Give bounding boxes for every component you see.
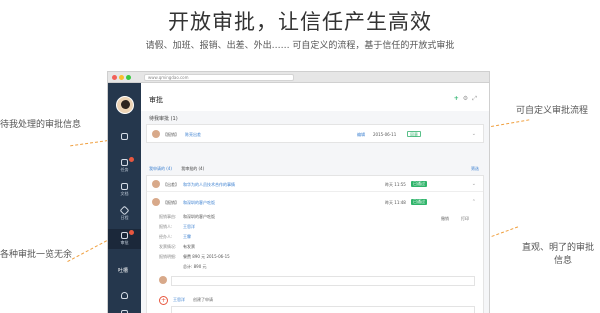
tabs: 我申请的 (4) 我审批的 (4)	[149, 166, 212, 172]
tab-my-approvals[interactable]: 我审批的 (4)	[181, 166, 204, 171]
chevron-up-icon[interactable]: ⌃	[472, 199, 476, 205]
status-badge: 已通过	[411, 181, 427, 187]
comment-text: 创建了申请	[193, 297, 213, 302]
sidebar-item-profile[interactable]	[108, 130, 141, 150]
list-item[interactable]: 【出差】 和华为的人员技术合作的事情 昨天 11:55 已通过 ⌄	[147, 176, 483, 192]
sidebar-item-label: 文档	[120, 191, 129, 196]
revoke-button[interactable]: 撤销	[441, 216, 449, 222]
page-title: 审批	[149, 96, 163, 104]
expand-icon[interactable]: ⤢	[472, 95, 481, 102]
doc-icon	[121, 183, 128, 190]
sidebar-item-label: 日程	[120, 215, 129, 220]
address-bar[interactable]: www.qmingdao.com	[144, 74, 294, 81]
detail-value[interactable]: 王思洋	[183, 224, 195, 230]
detail-label: 经办人:	[159, 234, 173, 239]
sidebar-item-label: 审批	[120, 240, 129, 245]
status-badge[interactable]: 同意	[407, 131, 421, 137]
chevron-down-icon[interactable]: ⌄	[472, 131, 476, 137]
user-icon	[121, 133, 128, 140]
maximize-dot[interactable]	[126, 75, 131, 80]
comment-reply-box[interactable]	[171, 306, 475, 313]
detail-label: 报销明细:	[159, 254, 177, 259]
bell-icon[interactable]	[108, 289, 141, 309]
avatar	[152, 180, 160, 188]
close-dot[interactable]	[112, 75, 117, 80]
add-icon[interactable]: +	[159, 296, 168, 305]
list-item-tag: 【报销】	[163, 200, 179, 205]
pending-tag: 【报销】	[163, 132, 179, 137]
detail-value: 总计: 890 元	[183, 264, 207, 269]
pending-panel: 【报销】 陈亮出差 编辑 2015-06-11 同意 ⌄	[146, 124, 484, 143]
status-badge: 已通过	[411, 199, 427, 205]
sidebar: 任务 文档 日程 审批 吐槽	[108, 83, 141, 313]
annotation-left-top: 待我处理的审批信息	[0, 120, 82, 130]
hero-subtitle: 请假、加班、报销、出差、外出…… 可自定义的流程，基于信任的开放式审批	[145, 41, 455, 51]
pending-name[interactable]: 陈亮出差	[185, 132, 201, 138]
detail-label: 报销人:	[159, 224, 173, 229]
tab-my-applications[interactable]: 我申请的 (4)	[149, 166, 172, 171]
avatar	[159, 276, 167, 284]
detail-value: 和深圳的客户吃饭	[183, 214, 215, 219]
sidebar-item-approval[interactable]: 审批	[108, 229, 141, 249]
list-item-name[interactable]: 和华为的人员技术合作的事情	[183, 182, 235, 188]
pending-section-title: 待我审批 (1)	[149, 116, 178, 122]
sidebar-item-label: 任务	[120, 167, 129, 172]
detail-value[interactable]: 王霖	[183, 234, 191, 240]
approval-badge	[129, 230, 134, 235]
task-icon	[121, 159, 128, 166]
header-actions: +⚙⤢	[454, 95, 481, 103]
annotation-right-bottom-1: 直观、明了的审批	[522, 243, 595, 253]
pending-row[interactable]: 【报销】 陈亮出差 编辑 2015-06-11 同意 ⌄	[147, 126, 483, 142]
main-content: 审批 +⚙⤢ 待我审批 (1) 【报销】 陈亮出差 编辑 2015-06-11 …	[141, 83, 489, 313]
annotation-left-bottom: 各种审批一览无余	[0, 250, 73, 260]
main-header: 审批 +⚙⤢	[141, 83, 489, 111]
annotation-right-bottom-2: 信息	[554, 256, 573, 266]
browser-window: www.qmingdao.com 任务 文档 日程 审批 吐槽 审批 +⚙⤢ 待…	[107, 71, 490, 313]
settings-icon[interactable]: ⚙	[463, 95, 472, 102]
detail-label: 报销事由:	[159, 214, 177, 219]
list-item-time: 昨天 11:55	[385, 182, 406, 187]
minimize-dot[interactable]	[119, 75, 124, 80]
list-item-time: 昨天 11:48	[385, 200, 406, 205]
calendar-icon	[119, 205, 130, 216]
sidebar-item-doc[interactable]: 文档	[108, 180, 141, 200]
list-item[interactable]: 【报销】 和深圳的客户吃饭 昨天 11:48 已通过 ⌃	[147, 194, 483, 210]
approval-icon	[121, 232, 128, 239]
detail-value: 有发票	[183, 244, 195, 249]
browser-chrome: www.qmingdao.com	[108, 72, 489, 83]
list-item-name[interactable]: 和深圳的客户吃饭	[183, 200, 215, 206]
avatar	[152, 130, 160, 138]
application-list: 【出差】 和华为的人员技术合作的事情 昨天 11:55 已通过 ⌄ 【报销】 和…	[146, 175, 484, 313]
hero-title: 开放审批，让信任产生高效	[168, 10, 432, 34]
task-badge	[129, 157, 134, 162]
avatar	[152, 198, 160, 206]
filter-link[interactable]: 筛选	[471, 166, 479, 172]
comment-author[interactable]: 王思洋	[173, 297, 185, 303]
add-icon[interactable]: +	[454, 95, 463, 102]
sidebar-item-task[interactable]: 任务	[108, 156, 141, 176]
pending-edit-link[interactable]: 编辑	[357, 132, 365, 138]
annotation-right-top: 可自定义审批流程	[516, 106, 589, 116]
avatar[interactable]	[116, 96, 134, 114]
pending-date: 2015-06-11	[373, 132, 397, 137]
print-button[interactable]: 打印	[461, 216, 469, 222]
detail-value: 餐费 890 元 2015-06-15	[183, 254, 230, 259]
detail-label: 发票情况:	[159, 244, 177, 249]
comment-input[interactable]	[171, 276, 475, 286]
sidebar-item-calendar[interactable]: 日程	[108, 204, 141, 224]
chevron-down-icon[interactable]: ⌄	[472, 181, 476, 187]
list-item-tag: 【出差】	[163, 182, 179, 187]
grid-icon[interactable]	[108, 307, 141, 313]
feedback-link[interactable]: 吐槽	[118, 267, 128, 274]
